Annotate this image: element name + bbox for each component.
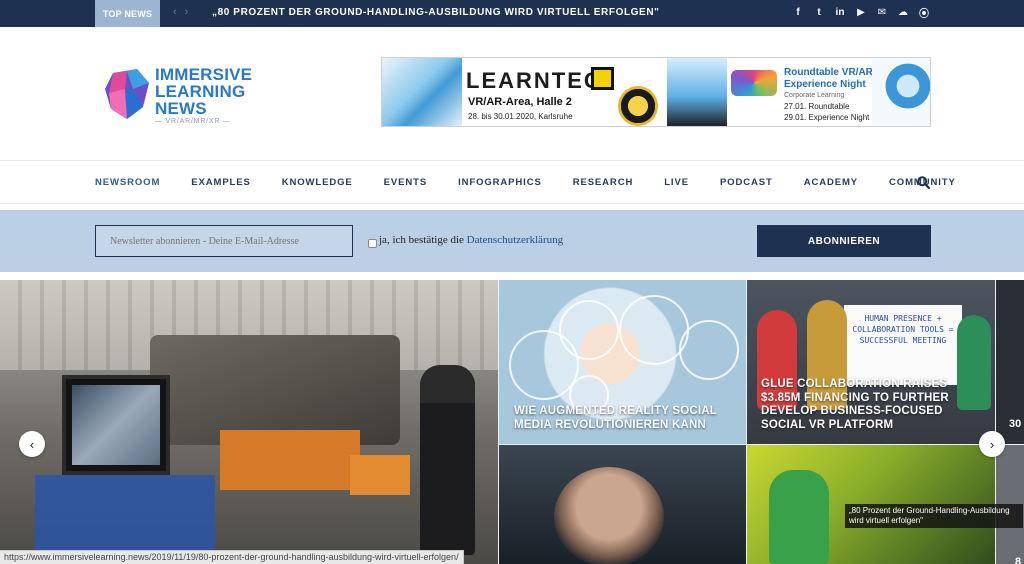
banner-brand: LEARNTEC bbox=[466, 68, 602, 93]
youtube-icon[interactable]: ▶ bbox=[855, 5, 867, 19]
banner-roundtable-date-1: 27.01. Roundtable bbox=[784, 102, 850, 111]
banner-roundtable-sub: Corporate Learning bbox=[784, 92, 845, 99]
banner-brand-logo-icon bbox=[591, 67, 614, 90]
logo-line-1: IMMERSIVE bbox=[155, 65, 253, 84]
glue-tile-title[interactable]: GLUE COLLABORATION RAISES $3.85M FINANCI… bbox=[761, 378, 986, 432]
consent-text: ja, ich bestätige die bbox=[379, 234, 467, 246]
banner-art-left bbox=[382, 58, 462, 126]
factory-monitor bbox=[62, 375, 170, 475]
nav-item-live[interactable]: LIVE bbox=[664, 177, 689, 188]
nav-item-events[interactable]: EVENTS bbox=[384, 177, 427, 188]
factory-person-hololens bbox=[420, 365, 475, 555]
ticker-controls: ‹ › bbox=[173, 6, 188, 18]
banner-art-right bbox=[872, 58, 930, 126]
factory-monitor-screen bbox=[72, 385, 160, 465]
ticker-prev-icon[interactable]: ‹ bbox=[173, 6, 177, 18]
logo-line-2: LEARNING bbox=[155, 82, 246, 101]
nav-list: NEWSROOM EXAMPLES KNOWLEDGE EVENTS INFOG… bbox=[95, 177, 987, 188]
privacy-policy-link[interactable]: Datenschutzerklärung bbox=[467, 234, 564, 246]
subscribe-button[interactable]: ABONNIEREN bbox=[757, 225, 931, 257]
nav-item-newsroom[interactable]: NEWSROOM bbox=[95, 177, 160, 188]
mail-icon[interactable]: ✉ bbox=[876, 5, 888, 19]
factory-cart bbox=[35, 475, 215, 555]
rss-icon[interactable]: ⦿ bbox=[918, 5, 930, 20]
factory-workbench bbox=[220, 430, 360, 490]
logo-tagline: — VR/AR/MR/XR — bbox=[155, 118, 231, 125]
browser-status-url: https://www.immersivelearning.news/2019/… bbox=[0, 550, 464, 564]
search-icon[interactable] bbox=[917, 176, 930, 189]
ar-ring bbox=[559, 300, 619, 360]
banner-dates: 28. bis 30.01.2020, Karlsruhe bbox=[468, 112, 573, 121]
person-green-shirt bbox=[769, 470, 829, 564]
top-bar: TOP NEWS ‹ › „80 PROZENT DER GROUND-HAND… bbox=[0, 0, 1024, 27]
ar-ring bbox=[679, 320, 739, 380]
partial-tile-title-2: 8 bbox=[1015, 556, 1022, 564]
partial-tile-title: 30 bbox=[1009, 418, 1022, 430]
banner-seal-icon bbox=[618, 86, 658, 126]
pilot-headset-image bbox=[554, 467, 664, 564]
factory-workbench-2 bbox=[350, 455, 410, 495]
glue-whiteboard: HUMAN PRESENCE + COLLABORATION TOOLS = S… bbox=[844, 305, 962, 385]
site-header: IMMERSIVE LEARNING NEWS — VR/AR/MR/XR — … bbox=[0, 27, 1024, 161]
ticker-next-icon[interactable]: › bbox=[185, 6, 189, 18]
hover-tooltip: „80 Prozent der Ground-Handling-Ausbildu… bbox=[845, 504, 1023, 528]
logo-text: IMMERSIVE LEARNING NEWS bbox=[155, 66, 252, 117]
banner-roundtable-date-2: 29.01. Experience Night bbox=[784, 113, 870, 122]
nav-item-infographics[interactable]: INFOGRAPHICS bbox=[458, 177, 542, 188]
nav-item-academy[interactable]: ACADEMY bbox=[804, 177, 858, 188]
main-nav: NEWSROOM EXAMPLES KNOWLEDGE EVENTS INFOG… bbox=[0, 162, 1024, 204]
slider-next-button[interactable]: › bbox=[979, 431, 1005, 457]
privacy-consent-checkbox[interactable] bbox=[368, 239, 377, 248]
logo-line-3: NEWS bbox=[155, 99, 207, 118]
nav-item-podcast[interactable]: PODCAST bbox=[720, 177, 773, 188]
privacy-consent-label: ja, ich bestätige die Datenschutzerkläru… bbox=[379, 234, 563, 246]
banner-pinwheel-icon bbox=[731, 70, 777, 96]
facebook-icon[interactable]: f bbox=[792, 5, 804, 19]
banner-roundtable-title: Roundtable VR/AR Experience Night bbox=[784, 67, 873, 90]
featured-tile-pilot[interactable] bbox=[499, 445, 746, 564]
ticker-headline-link[interactable]: „80 PROZENT DER GROUND-HANDLING-AUSBILDU… bbox=[212, 7, 660, 18]
factory-machine bbox=[150, 335, 400, 445]
slider-prev-button[interactable]: ‹ bbox=[19, 431, 45, 457]
nav-item-research[interactable]: RESEARCH bbox=[573, 177, 634, 188]
featured-tile-ground-handling[interactable] bbox=[0, 280, 498, 564]
social-links: f t in ▶ ✉ ☁ ⦿ bbox=[792, 5, 930, 20]
nav-item-knowledge[interactable]: KNOWLEDGE bbox=[282, 177, 353, 188]
soundcloud-icon[interactable]: ☁ bbox=[897, 5, 909, 19]
site-logo[interactable]: IMMERSIVE LEARNING NEWS — VR/AR/MR/XR — bbox=[103, 63, 263, 127]
twitter-icon[interactable]: t bbox=[813, 5, 825, 19]
ar-tile-title[interactable]: WIE AUGMENTED REALITY SOCIAL MEDIA REVOL… bbox=[514, 405, 729, 432]
glue-whiteboard-text: HUMAN PRESENCE + COLLABORATION TOOLS = S… bbox=[852, 314, 954, 345]
newsletter-bar: ja, ich bestätige die Datenschutzerkläru… bbox=[0, 210, 1024, 272]
banner-venue: VR/AR-Area, Halle 2 bbox=[468, 96, 572, 108]
nav-item-examples[interactable]: EXAMPLES bbox=[191, 177, 250, 188]
logo-head-icon bbox=[105, 69, 149, 119]
banner-art-mid bbox=[667, 58, 727, 126]
linkedin-icon[interactable]: in bbox=[834, 5, 846, 19]
featured-tile-ar-social-media[interactable]: WIE AUGMENTED REALITY SOCIAL MEDIA REVOL… bbox=[499, 280, 746, 444]
newsletter-email-input[interactable] bbox=[95, 225, 353, 257]
featured-tile-glue-collaboration[interactable]: HUMAN PRESENCE + COLLABORATION TOOLS = S… bbox=[747, 280, 995, 444]
learntec-ad-banner[interactable]: LEARNTEC VR/AR-Area, Halle 2 28. bis 30.… bbox=[381, 57, 931, 127]
top-news-label: TOP NEWS bbox=[95, 0, 160, 27]
